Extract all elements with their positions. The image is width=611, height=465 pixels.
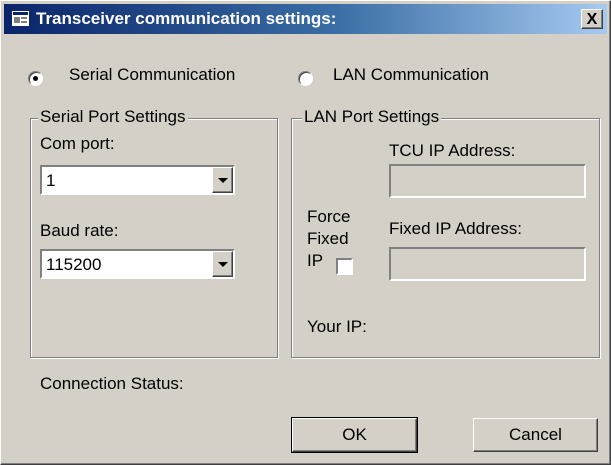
lan-communication-radio[interactable] bbox=[298, 71, 313, 86]
title-bar[interactable]: Transceiver communication settings: X bbox=[4, 4, 607, 34]
force-fixed-ip-label-line1: Force bbox=[307, 207, 351, 226]
tcu-ip-address-label: TCU IP Address: bbox=[389, 141, 516, 160]
fixed-ip-address-label: Fixed IP Address: bbox=[389, 219, 522, 238]
serial-port-settings-title: Serial Port Settings bbox=[38, 107, 188, 127]
com-port-value: 1 bbox=[46, 171, 56, 190]
lan-communication-label[interactable]: LAN Communication bbox=[333, 65, 489, 85]
baud-rate-label: Baud rate: bbox=[40, 221, 119, 240]
force-fixed-ip-checkbox[interactable] bbox=[336, 258, 353, 275]
serial-port-settings-group: Serial Port Settings Com port: 1 Baud ra… bbox=[30, 107, 278, 358]
lan-port-settings-title: LAN Port Settings bbox=[302, 107, 442, 127]
connection-status-label: Connection Status: bbox=[40, 374, 184, 393]
ok-button[interactable]: OK bbox=[291, 417, 418, 453]
com-port-label: Com port: bbox=[40, 134, 115, 153]
window-title: Transceiver communication settings: bbox=[36, 9, 337, 28]
cancel-button[interactable]: Cancel bbox=[473, 418, 598, 452]
app-icon bbox=[12, 11, 29, 26]
force-fixed-ip-label-line2: Fixed bbox=[307, 229, 349, 248]
fixed-ip-address-field[interactable] bbox=[389, 247, 586, 281]
dialog-window: Transceiver communication settings: X Se… bbox=[0, 0, 611, 465]
radio-selected-dot bbox=[33, 76, 38, 81]
baud-rate-select[interactable]: 115200 bbox=[40, 249, 235, 279]
close-button[interactable]: X bbox=[581, 9, 603, 29]
your-ip-label: Your IP: bbox=[307, 317, 367, 336]
tcu-ip-address-field[interactable] bbox=[389, 164, 586, 198]
close-icon: X bbox=[586, 11, 598, 28]
serial-communication-radio[interactable] bbox=[28, 71, 43, 86]
lan-port-settings-group: LAN Port Settings TCU IP Address: Force … bbox=[291, 107, 600, 358]
force-fixed-ip-label-line3: IP bbox=[307, 251, 324, 270]
com-port-select[interactable]: 1 bbox=[40, 165, 235, 195]
chevron-down-icon[interactable] bbox=[212, 251, 233, 277]
chevron-down-icon[interactable] bbox=[212, 167, 233, 193]
serial-communication-label[interactable]: Serial Communication bbox=[69, 65, 235, 85]
baud-rate-value: 115200 bbox=[46, 255, 102, 274]
